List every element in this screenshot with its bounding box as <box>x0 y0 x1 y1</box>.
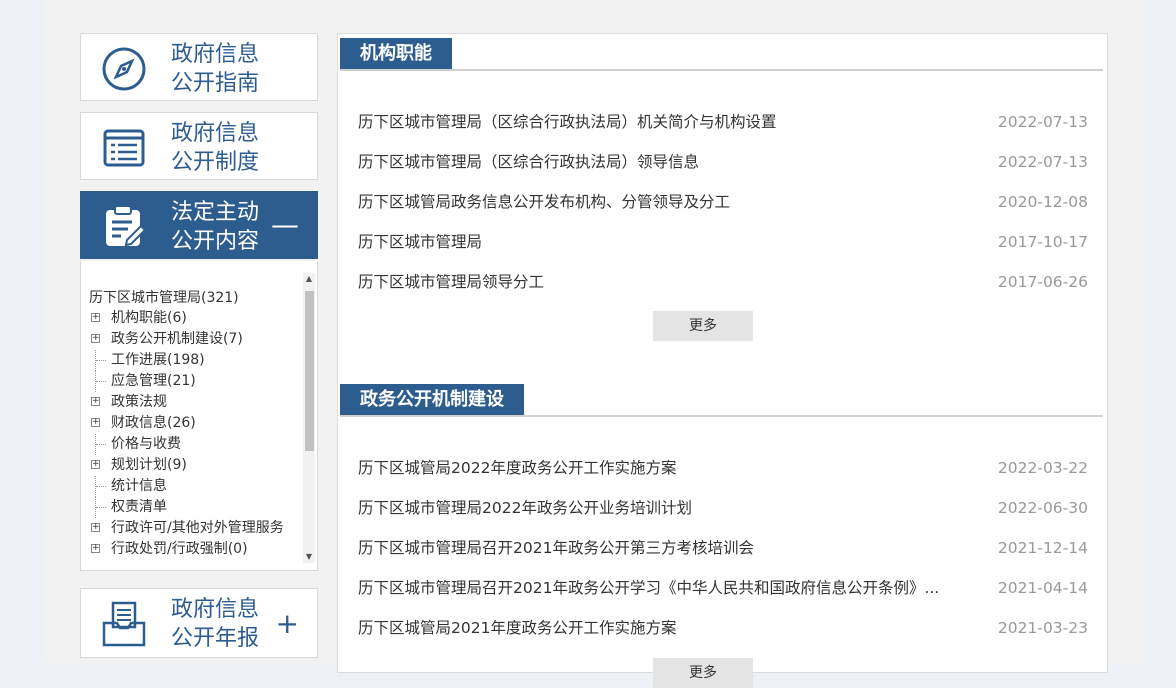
tree-item-label: 规划计划(9) <box>111 457 187 473</box>
list-item[interactable]: 历下区城市管理局（区综合行政执法局）领导信息 2022-07-13 <box>358 142 1088 182</box>
nav-system-card[interactable]: 政府信息 公开制度 <box>80 112 318 180</box>
tree-connector <box>96 507 106 509</box>
tree-item-label: 应急管理(21) <box>111 373 196 389</box>
tree-item[interactable]: + 规划计划(9) <box>91 455 284 476</box>
tree-item-label: 财政信息(26) <box>111 415 196 431</box>
content-panel: 机构职能 历下区城市管理局（区综合行政执法局）机关简介与机构设置 2022-07-… <box>337 33 1108 688</box>
collapse-icon[interactable]: — <box>271 210 299 240</box>
tree-item-label: 机构职能(6) <box>111 310 187 326</box>
tree-connector <box>96 486 106 488</box>
clipboard-edit-icon <box>106 205 147 247</box>
list-item-title[interactable]: 历下区城市管理局召开2021年政务公开第三方考核培训会 <box>358 528 958 568</box>
tree-item[interactable]: 工作进展(198) <box>91 350 284 371</box>
expand-plus-icon[interactable]: + <box>91 523 100 532</box>
tree-item[interactable]: 权责清单 <box>91 497 284 518</box>
list-item[interactable]: 历下区城市管理局领导分工 2017-06-26 <box>358 262 1088 302</box>
list-item[interactable]: 历下区城市管理局2022年政务公开业务培训计划 2022-06-30 <box>358 488 1088 528</box>
list-item-title[interactable]: 历下区城市管理局（区综合行政执法局）领导信息 <box>358 142 958 182</box>
list-item-date: 2021-04-14 <box>997 579 1088 597</box>
folder-document-icon <box>102 601 146 647</box>
tree-connector <box>96 381 106 383</box>
list-item[interactable]: 历下区城管局2021年度政务公开工作实施方案 2021-03-23 <box>358 608 1088 648</box>
tree-list: + 机构职能(6) + 政务公开机制建设(7) 工作进展(198) 应急管理(21) + 政策… <box>91 308 284 560</box>
tree-scrollbar[interactable]: ▲ ▼ <box>303 273 315 563</box>
tree-item[interactable]: 统计信息 <box>91 476 284 497</box>
section-title-org[interactable]: 机构职能 <box>340 38 452 70</box>
tree-item[interactable]: + 政务公开机制建设(7) <box>91 329 284 350</box>
scroll-thumb[interactable] <box>305 291 314 451</box>
nav-statutory-card[interactable]: 法定主动 公开内容 — <box>80 191 318 259</box>
nav-system-label: 政府信息 公开制度 <box>171 121 260 175</box>
tree-item-label: 行政处罚/行政强制(0) <box>111 541 248 557</box>
list-item[interactable]: 历下区城管局政务信息公开发布机构、分管领导及分工 2020-12-08 <box>358 182 1088 222</box>
list-item-date: 2021-12-14 <box>997 539 1088 557</box>
list-item-title[interactable]: 历下区城管局2021年度政务公开工作实施方案 <box>358 608 958 648</box>
scroll-down-arrow-icon[interactable]: ▼ <box>303 551 315 563</box>
tree-item-label: 权责清单 <box>111 499 167 515</box>
tree-root[interactable]: 历下区城市管理局(321) <box>89 287 239 307</box>
expand-plus-icon[interactable]: + <box>91 334 100 343</box>
expand-plus-icon[interactable]: + <box>91 460 100 469</box>
tree-item[interactable]: + 行政处罚/行政强制(0) <box>91 539 284 560</box>
list-item[interactable]: 历下区城市管理局召开2021年政务公开学习《中华人民共和国政府信息公开条例》..… <box>358 568 1088 608</box>
nav-guide-card[interactable]: 政府信息 公开指南 <box>80 33 318 101</box>
list-item-title[interactable]: 历下区城市管理局 <box>358 222 958 262</box>
nav-annual-card[interactable]: 政府信息 公开年报 + <box>80 588 318 658</box>
tree-item[interactable]: 价格与收费 <box>91 434 284 455</box>
tree-item[interactable]: 应急管理(21) <box>91 371 284 392</box>
compass-icon <box>102 47 146 91</box>
list-item-date: 2017-06-26 <box>997 273 1088 291</box>
more-button-org[interactable]: 更多 <box>653 311 753 341</box>
list-item[interactable]: 历下区城管局2022年度政务公开工作实施方案 2022-03-22 <box>358 448 1088 488</box>
section-divider <box>340 415 1103 417</box>
expand-plus-icon[interactable]: + <box>91 313 100 322</box>
nav-guide-label: 政府信息 公开指南 <box>171 42 260 96</box>
tree-connector <box>96 444 106 446</box>
list-item-title[interactable]: 历下区城市管理局（区综合行政执法局）机关简介与机构设置 <box>358 102 958 142</box>
tree-item-label: 行政许可/其他对外管理服务 <box>111 520 284 536</box>
tree-item[interactable]: + 机构职能(6) <box>91 308 284 329</box>
list-item-date: 2017-10-17 <box>997 233 1088 251</box>
expand-plus-icon[interactable]: + <box>91 397 100 406</box>
tree-item-label: 工作进展(198) <box>111 352 205 368</box>
list-item[interactable]: 历下区城市管理局召开2021年政务公开第三方考核培训会 2021-12-14 <box>358 528 1088 568</box>
list-item-date: 2022-06-30 <box>997 499 1088 517</box>
tree-item-label: 政务公开机制建设(7) <box>111 331 243 347</box>
document-list-icon <box>103 129 145 167</box>
tree-item-label: 统计信息 <box>111 478 167 494</box>
list-item-date: 2022-07-13 <box>997 153 1088 171</box>
list-item-title[interactable]: 历下区城管局政务信息公开发布机构、分管领导及分工 <box>358 182 958 222</box>
expand-plus-icon[interactable]: + <box>91 418 100 427</box>
section-divider <box>340 69 1103 71</box>
tree-item[interactable]: + 政策法规 <box>91 392 284 413</box>
tree-item-label: 价格与收费 <box>111 436 181 452</box>
tree-connector <box>96 360 106 362</box>
list-item-title[interactable]: 历下区城市管理局领导分工 <box>358 262 958 302</box>
category-tree: 历下区城市管理局(321) + 机构职能(6) + 政务公开机制建设(7) 工作进展(1… <box>80 261 318 571</box>
list-item-date: 2022-03-22 <box>997 459 1088 477</box>
list-item-title[interactable]: 历下区城市管理局2022年政务公开业务培训计划 <box>358 488 958 528</box>
expand-icon[interactable]: + <box>276 609 299 639</box>
section-title-mechanism[interactable]: 政务公开机制建设 <box>340 384 524 416</box>
list-item[interactable]: 历下区城市管理局 2017-10-17 <box>358 222 1088 262</box>
tree-item[interactable]: + 行政许可/其他对外管理服务 <box>91 518 284 539</box>
list-item-date: 2020-12-08 <box>997 193 1088 211</box>
list-item-title[interactable]: 历下区城市管理局召开2021年政务公开学习《中华人民共和国政府信息公开条例》..… <box>358 568 958 608</box>
nav-annual-label: 政府信息 公开年报 <box>171 597 260 651</box>
expand-plus-icon[interactable]: + <box>91 544 100 553</box>
tree-item-label: 政策法规 <box>111 394 167 410</box>
list-item[interactable]: 历下区城市管理局（区综合行政执法局）机关简介与机构设置 2022-07-13 <box>358 102 1088 142</box>
list-item-date: 2021-03-23 <box>997 619 1088 637</box>
list-item-date: 2022-07-13 <box>997 113 1088 131</box>
list-item-title[interactable]: 历下区城管局2022年度政务公开工作实施方案 <box>358 448 958 488</box>
tree-item[interactable]: + 财政信息(26) <box>91 413 284 434</box>
scroll-up-arrow-icon[interactable]: ▲ <box>303 273 315 285</box>
